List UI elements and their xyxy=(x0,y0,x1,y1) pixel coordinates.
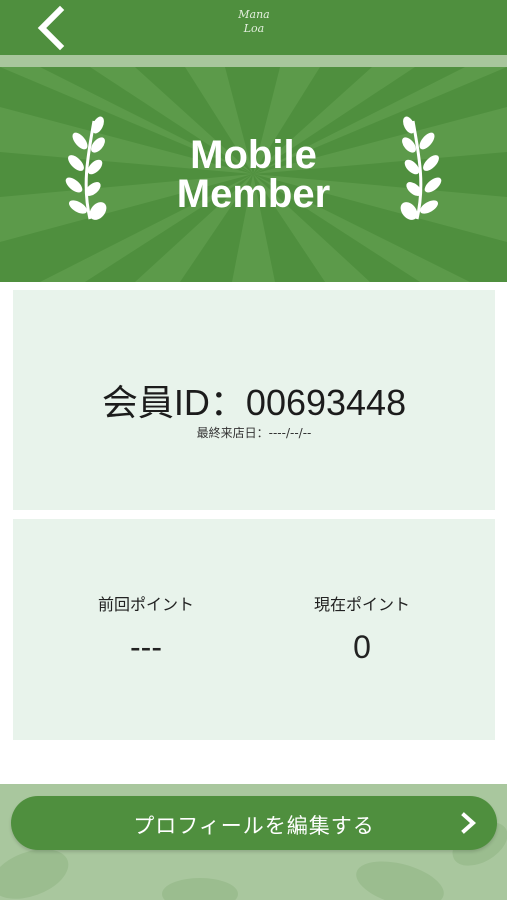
app-header: Mana Loa xyxy=(0,0,507,55)
edit-profile-label: プロフィールを編集する xyxy=(133,814,375,838)
previous-points-value: --- xyxy=(130,629,162,665)
logo-line-1: Mana xyxy=(238,8,270,21)
edit-profile-button[interactable]: プロフィールを編集する xyxy=(11,796,497,850)
member-id: 会員ID：00693448 xyxy=(13,374,495,426)
last-visit: 最終来店日：----/--/-- xyxy=(13,424,495,441)
last-visit-value: ----/--/-- xyxy=(268,426,312,440)
content-spacer xyxy=(0,740,507,784)
brand-logo: Mana Loa xyxy=(210,8,298,48)
back-chevron-icon xyxy=(37,5,65,51)
previous-points-label: 前回ポイント xyxy=(97,595,194,614)
current-points-label: 現在ポイント xyxy=(313,595,410,614)
chevron-right-icon xyxy=(461,812,477,834)
logo-line-2: Loa xyxy=(243,22,265,35)
member-id-card: 会員ID：00693448 最終来店日：----/--/-- xyxy=(13,290,495,510)
current-points-value: 0 xyxy=(353,629,371,665)
member-banner: Mobile Member xyxy=(0,67,507,282)
points-card: 前回ポイント --- 現在ポイント 0 xyxy=(13,519,495,740)
banner-title-line-2: Member xyxy=(176,172,331,216)
footer-area: プロフィールを編集する xyxy=(0,784,507,900)
member-id-label: 会員ID： xyxy=(101,382,246,423)
last-visit-label: 最終来店日： xyxy=(196,426,269,440)
back-button[interactable] xyxy=(30,4,76,52)
header-divider-strip xyxy=(0,55,507,67)
member-id-value: 00693448 xyxy=(245,382,407,423)
